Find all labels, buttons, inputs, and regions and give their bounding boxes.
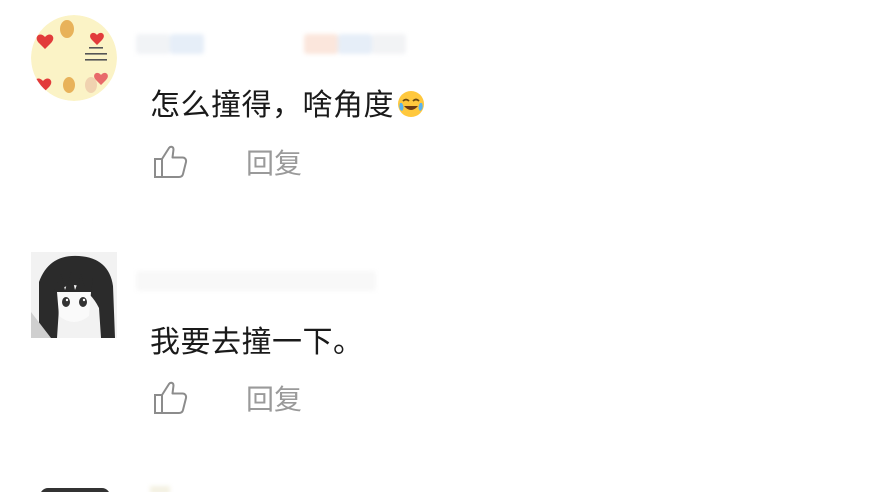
avatar[interactable] [40, 488, 110, 492]
username[interactable] [150, 486, 170, 492]
comment-text: 怎么撞得，啥角度 [150, 80, 426, 124]
laughing-crying-emoji-icon [398, 91, 424, 117]
thumbs-up-icon[interactable] [152, 144, 192, 180]
avatar[interactable] [31, 15, 117, 101]
username[interactable] [136, 271, 376, 295]
thumbs-up-icon[interactable] [152, 380, 192, 416]
avatar-image [31, 15, 117, 101]
comment-actions: 回复 [152, 378, 302, 418]
comment-text: 我要去撞一下。 [150, 325, 364, 360]
avatar[interactable] [31, 252, 117, 338]
avatar-image [31, 252, 117, 338]
username[interactable] [136, 34, 406, 58]
comment-list: 怎么撞得，啥角度 回复 我要去撞一下。 回复 [0, 0, 870, 492]
comment-actions: 回复 [152, 142, 302, 182]
reply-button[interactable]: 回复 [246, 378, 302, 418]
comment-text-content: 怎么撞得，啥角度 [150, 88, 394, 123]
reply-button[interactable]: 回复 [246, 142, 302, 182]
